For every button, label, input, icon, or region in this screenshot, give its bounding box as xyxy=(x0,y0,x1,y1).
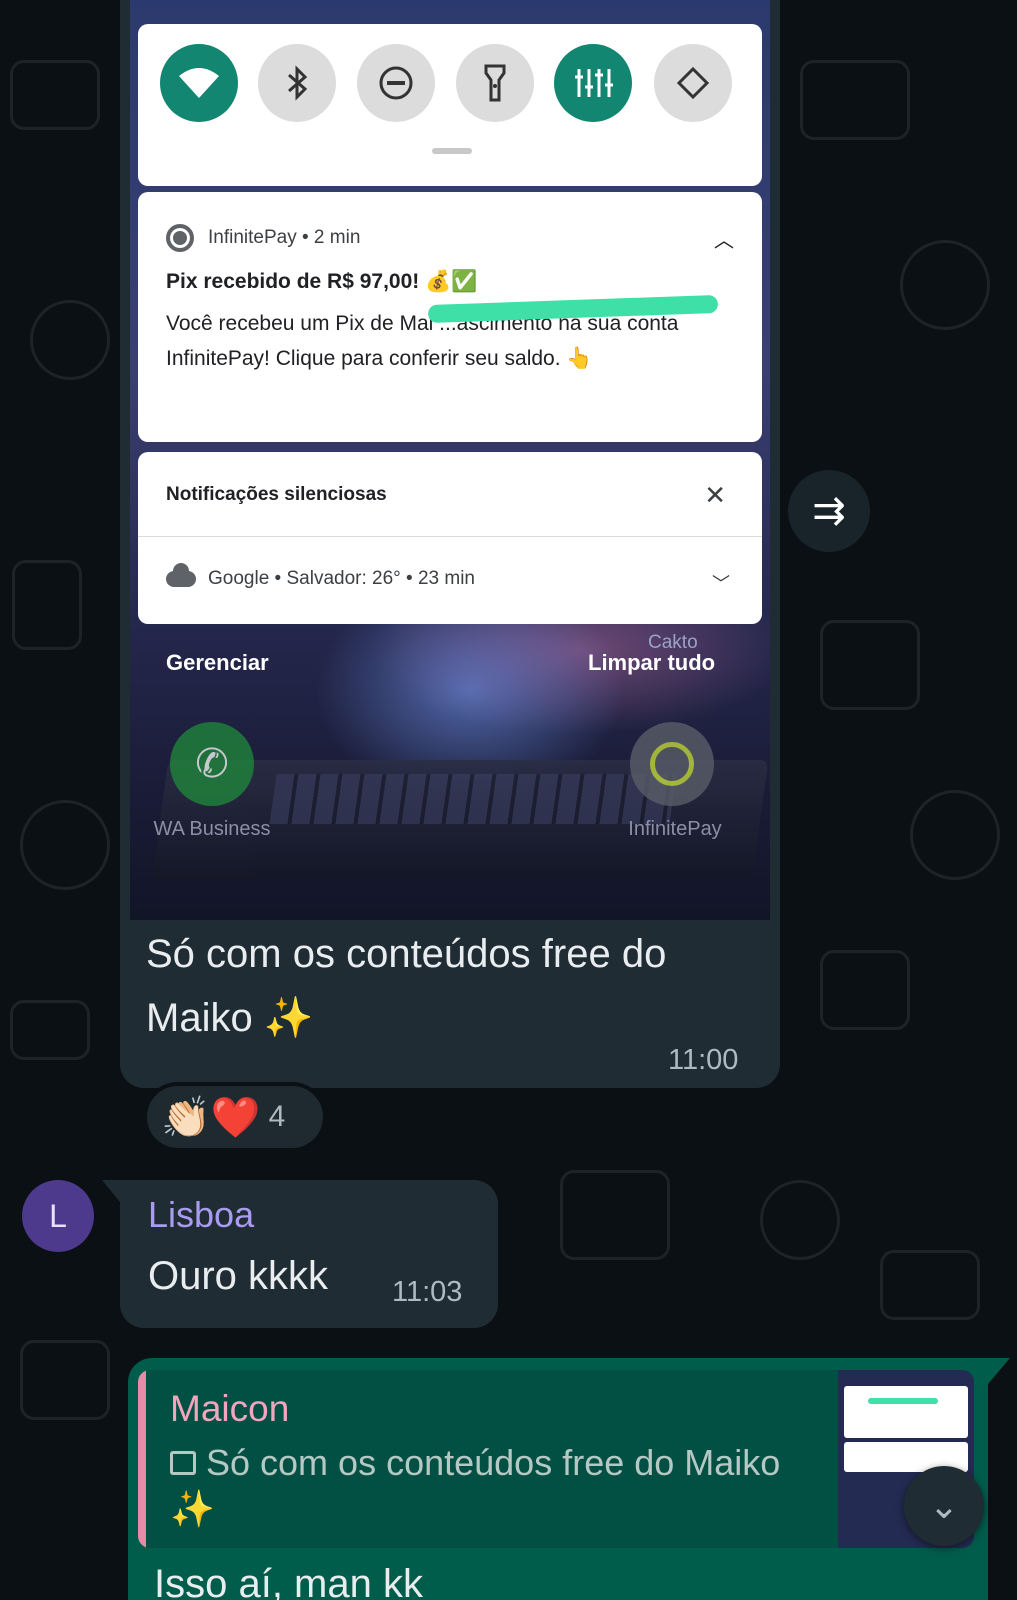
screenshot-image[interactable]: InfinitePay • 2 min ︿ Pix recebido de R$… xyxy=(130,0,770,920)
message-text: Ouro kkkk xyxy=(148,1254,329,1298)
reactions-pill[interactable]: 👏🏻❤️ 4 xyxy=(143,1082,327,1152)
incoming-message-bubble[interactable]: Lisboa Ouro kkkk 11:03 xyxy=(102,1180,498,1328)
quoted-message[interactable]: Maicon Só com os conteúdos free do Maiko… xyxy=(138,1370,974,1548)
manage-label: Gerenciar xyxy=(166,650,269,675)
notification-title: Pix recebido de R$ 97,00! 💰✅ xyxy=(166,270,478,293)
infinitepay-logo-icon xyxy=(166,224,194,252)
image-icon xyxy=(170,1451,196,1476)
sender-name[interactable]: Lisboa xyxy=(148,1194,254,1236)
infinitepay-label: InfinitePay xyxy=(628,818,722,840)
cloud-icon xyxy=(166,563,196,587)
whatsapp-business-icon: ✆ xyxy=(170,722,254,806)
weather-notification: Google • Salvador: 26° • 23 min xyxy=(208,568,475,589)
message-time: 11:03 xyxy=(392,1276,463,1308)
message-time: 11:00 xyxy=(668,1044,739,1076)
wa-business-label: WA Business xyxy=(153,818,271,840)
quick-settings-panel xyxy=(138,24,762,186)
auto-rotate-icon xyxy=(654,44,732,122)
infinitepay-notification: InfinitePay • 2 min ︿ Pix recebido de R$… xyxy=(138,192,762,442)
wifi-icon xyxy=(160,44,238,122)
message-text: Isso aí, man kk xyxy=(154,1562,423,1600)
silent-notifications: Notificações silenciosas ✕ Google • Salv… xyxy=(138,452,762,624)
clear-all-label: Limpar tudo xyxy=(588,650,716,675)
forward-icon[interactable]: ⇉ xyxy=(788,470,870,552)
notification-app: InfinitePay • 2 min xyxy=(208,227,361,248)
close-icon: ✕ xyxy=(704,480,726,510)
bluetooth-icon xyxy=(258,44,336,122)
quoted-sender: Maicon xyxy=(170,1388,290,1429)
scroll-down-icon[interactable]: ⌄ xyxy=(904,1466,984,1546)
reaction-count: 4 xyxy=(268,1100,286,1133)
equalizer-icon xyxy=(554,44,632,122)
chevron-up-icon: ︿ xyxy=(714,230,734,252)
quoted-text: Só com os conteúdos free do Maiko ✨ xyxy=(170,1442,781,1529)
do-not-disturb-icon xyxy=(357,44,435,122)
flashlight-icon xyxy=(456,44,534,122)
silent-header: Notificações silenciosas xyxy=(166,484,387,505)
panel-drag-handle xyxy=(432,148,472,154)
outgoing-message-bubble[interactable]: Maicon Só com os conteúdos free do Maiko… xyxy=(128,1358,1010,1600)
image-caption: Só com os conteúdos free do Maiko ✨ xyxy=(146,932,667,1040)
chevron-down-icon: ﹀ xyxy=(712,574,730,594)
avatar[interactable]: L xyxy=(22,1180,94,1252)
reaction-emojis: 👏🏻❤️ xyxy=(161,1095,261,1140)
infinitepay-app-icon xyxy=(630,722,714,806)
